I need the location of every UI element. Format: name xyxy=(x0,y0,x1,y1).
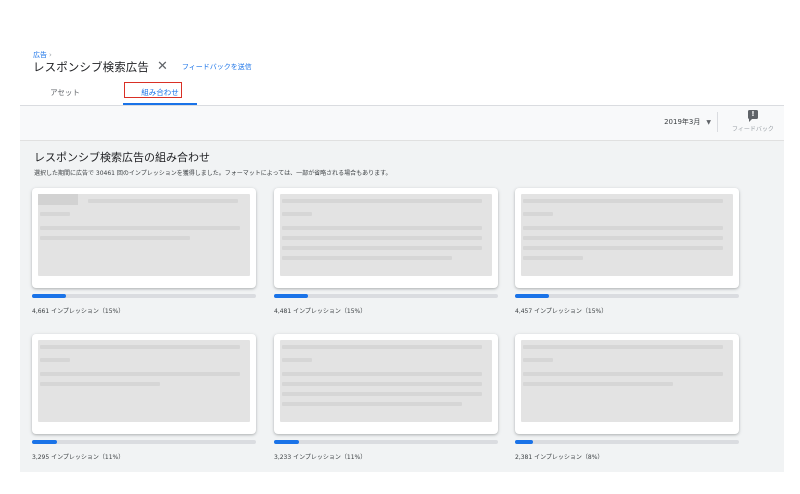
highlight-box xyxy=(124,82,182,98)
impression-count: 4,661 インプレッション（15%） xyxy=(32,308,125,315)
ad-preview-card[interactable] xyxy=(32,334,256,434)
redacted-line xyxy=(523,226,723,230)
active-tab-indicator xyxy=(123,103,197,105)
blurred-ad-preview xyxy=(521,340,733,422)
redacted-line xyxy=(282,256,452,260)
blurred-ad-preview xyxy=(521,194,733,276)
tab-combinations[interactable]: 組み合わせ xyxy=(123,80,197,105)
redacted-line xyxy=(523,246,723,250)
impression-count: 2,381 インプレッション（8%） xyxy=(515,454,604,461)
redacted-line xyxy=(40,226,240,230)
feedback-icon-glyph: ! xyxy=(751,110,755,118)
impression-share-fill xyxy=(515,294,549,298)
impression-count: 3,295 インプレッション（11%） xyxy=(32,454,125,461)
impression-share-bar xyxy=(515,440,739,444)
redacted-line xyxy=(282,358,312,362)
impression-share-fill xyxy=(32,440,57,444)
feedback-button-label: フィードバック xyxy=(732,126,774,133)
redacted-line xyxy=(40,236,190,240)
redacted-line xyxy=(282,246,482,250)
redacted-line xyxy=(88,199,238,203)
ad-preview-card[interactable] xyxy=(515,334,739,434)
app-frame: 広告 › レスポンシブ検索広告 ✕ フィードバックを送信 アセット 組み合わせ 2… xyxy=(20,40,784,472)
redacted-line xyxy=(523,382,673,386)
redacted-line xyxy=(282,345,482,349)
redacted-block xyxy=(38,194,78,205)
redacted-line xyxy=(282,199,482,203)
redacted-line xyxy=(40,345,240,349)
close-icon[interactable]: ✕ xyxy=(157,60,168,74)
redacted-line xyxy=(282,372,482,376)
impression-share-fill xyxy=(32,294,66,298)
page-header: 広告 › レスポンシブ検索広告 ✕ フィードバックを送信 アセット 組み合わせ xyxy=(20,40,784,106)
toolbar: 2019年3月 ▼ ! フィードバック xyxy=(20,106,784,141)
redacted-line xyxy=(40,212,70,216)
redacted-line xyxy=(40,382,160,386)
impression-share-bar xyxy=(274,440,498,444)
page-title: レスポンシブ検索広告 xyxy=(33,60,149,74)
date-range-select[interactable]: 2019年3月 ▼ xyxy=(664,117,711,127)
combinations-panel: レスポンシブ検索広告の組み合わせ 選択した期間に広告で 30461 回のインプレ… xyxy=(20,141,784,472)
blurred-ad-preview xyxy=(280,194,492,276)
redacted-line xyxy=(523,358,553,362)
tab-assets-label: アセット xyxy=(50,87,80,97)
tab-bar: アセット 組み合わせ xyxy=(20,80,320,105)
redacted-line xyxy=(40,372,240,376)
send-feedback-link[interactable]: フィードバックを送信 xyxy=(182,62,252,72)
impression-share-fill xyxy=(515,440,533,444)
redacted-line xyxy=(282,402,462,406)
impression-share-fill xyxy=(274,294,308,298)
redacted-line xyxy=(282,392,482,396)
impression-share-fill xyxy=(274,440,299,444)
ad-preview-card[interactable] xyxy=(515,188,739,288)
blurred-ad-preview xyxy=(38,340,250,422)
impression-count: 4,457 インプレッション（15%） xyxy=(515,308,608,315)
redacted-line xyxy=(282,236,482,240)
feedback-button[interactable]: ! フィードバック xyxy=(728,110,778,133)
redacted-line xyxy=(523,236,723,240)
redacted-line xyxy=(40,358,70,362)
breadcrumb-ads-link[interactable]: 広告 xyxy=(33,51,47,59)
impression-share-bar xyxy=(32,440,256,444)
impression-count: 3,233 インプレッション（11%） xyxy=(274,454,367,461)
impression-count: 4,481 インプレッション（15%） xyxy=(274,308,367,315)
impression-share-bar xyxy=(515,294,739,298)
section-title: レスポンシブ検索広告の組み合わせ xyxy=(34,151,210,164)
feedback-icon: ! xyxy=(748,110,758,122)
redacted-line xyxy=(523,212,553,216)
impression-share-bar xyxy=(32,294,256,298)
redacted-line xyxy=(523,256,583,260)
redacted-line xyxy=(282,226,482,230)
redacted-line xyxy=(523,199,723,203)
blurred-ad-preview xyxy=(280,340,492,422)
tab-assets[interactable]: アセット xyxy=(30,80,100,104)
impression-share-bar xyxy=(274,294,498,298)
redacted-line xyxy=(282,382,482,386)
blurred-ad-preview xyxy=(38,194,250,276)
redacted-line xyxy=(523,345,723,349)
redacted-line xyxy=(523,372,723,376)
section-description: 選択した期間に広告で 30461 回のインプレッションを獲得しました。フォーマッ… xyxy=(34,170,392,177)
title-row: レスポンシブ検索広告 ✕ フィードバックを送信 xyxy=(33,59,252,75)
toolbar-divider xyxy=(717,112,718,132)
chevron-down-icon: ▼ xyxy=(706,118,711,126)
redacted-line xyxy=(282,212,312,216)
ad-preview-card[interactable] xyxy=(32,188,256,288)
breadcrumb-separator: › xyxy=(49,51,52,59)
ad-preview-card[interactable] xyxy=(274,334,498,434)
date-range-value: 2019年3月 xyxy=(664,118,701,126)
ad-preview-card[interactable] xyxy=(274,188,498,288)
